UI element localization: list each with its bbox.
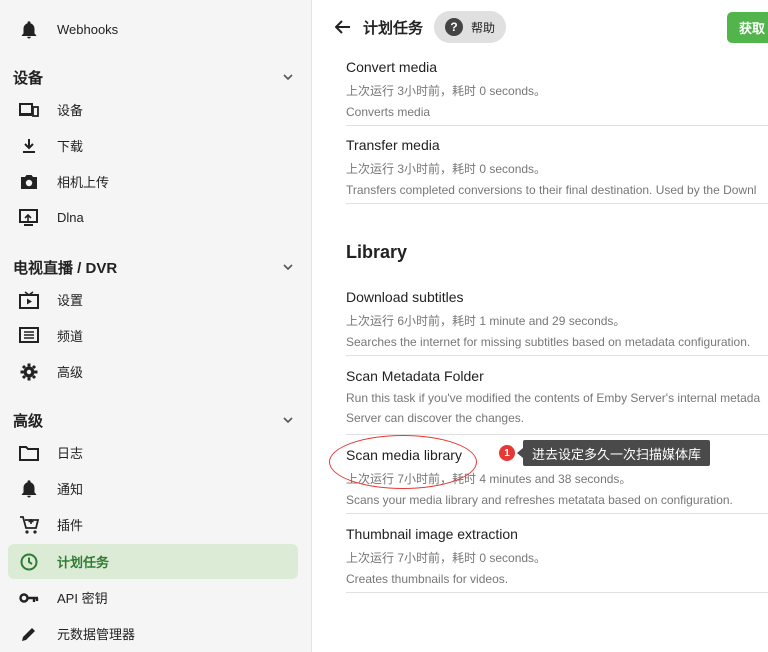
sidebar-item-notifications[interactable]: 通知 bbox=[8, 471, 298, 506]
divider bbox=[346, 203, 768, 204]
cart-icon bbox=[19, 515, 39, 535]
help-label: 帮助 bbox=[471, 20, 496, 35]
help-button[interactable]: ? 帮助 bbox=[434, 11, 506, 43]
list-icon bbox=[19, 326, 39, 346]
task-status: 上次运行 7小时前，耗时 0 seconds。 bbox=[346, 551, 547, 565]
chevron-down-icon bbox=[283, 264, 293, 271]
sidebar-item-label: 相机上传 bbox=[57, 175, 110, 190]
get-premiere-button[interactable]: 获取 bbox=[727, 12, 768, 43]
sidebar-item-downloads[interactable]: 下载 bbox=[8, 128, 298, 163]
task-transfer-media[interactable]: Transfer media 上次运行 3小时前，耗时 0 seconds。 T… bbox=[346, 137, 768, 197]
sidebar-item-label: 通知 bbox=[57, 482, 84, 497]
section-devices[interactable]: 设备 bbox=[0, 65, 311, 89]
sidebar-item-label: Dlna bbox=[57, 210, 84, 225]
tv-icon bbox=[19, 290, 39, 310]
divider bbox=[346, 592, 768, 593]
divider bbox=[346, 125, 768, 126]
main-content: 计划任务 ? 帮助 获取 Convert media 上次运行 3小时前，耗时 … bbox=[313, 0, 768, 652]
chevron-down-icon bbox=[283, 417, 293, 424]
arrow-left-icon bbox=[335, 20, 350, 34]
task-name: Thumbnail image extraction bbox=[346, 526, 518, 542]
task-name: Convert media bbox=[346, 59, 438, 75]
bell-icon bbox=[19, 20, 39, 40]
help-icon: ? bbox=[445, 18, 463, 36]
task-scan-metadata-folder[interactable]: Scan Metadata Folder Run this task if yo… bbox=[346, 368, 768, 425]
divider bbox=[346, 513, 768, 514]
section-advanced[interactable]: 高级 bbox=[0, 408, 311, 432]
task-name: Download subtitles bbox=[346, 289, 464, 305]
task-convert-media[interactable]: Convert media 上次运行 3小时前，耗时 0 seconds。 Co… bbox=[346, 59, 768, 119]
task-name: Scan Metadata Folder bbox=[346, 368, 484, 384]
sidebar-item-label: 日志 bbox=[57, 446, 84, 461]
key-icon bbox=[19, 588, 39, 608]
task-description: Scans your media library and refreshes m… bbox=[346, 493, 733, 507]
task-status: 上次运行 3小时前，耗时 0 seconds。 bbox=[346, 162, 547, 176]
task-description: Server can discover the changes. bbox=[346, 411, 525, 425]
sidebar-item-logs[interactable]: 日志 bbox=[8, 435, 298, 470]
sidebar-item-plugins[interactable]: 插件 bbox=[8, 507, 298, 542]
download-icon bbox=[19, 136, 39, 156]
back-button[interactable] bbox=[331, 15, 355, 39]
pencil-icon bbox=[19, 624, 39, 644]
chevron-down-icon bbox=[283, 74, 293, 81]
sidebar-item-label: 元数据管理器 bbox=[57, 627, 136, 642]
annotation-tooltip: 进去设定多久一次扫描媒体库 bbox=[516, 440, 711, 466]
sidebar-item-webhooks[interactable]: Webhooks bbox=[8, 12, 298, 47]
task-status: Run this task if you've modified the con… bbox=[346, 391, 761, 405]
task-name: Transfer media bbox=[346, 137, 440, 153]
section-title: 设备 bbox=[13, 69, 44, 87]
sidebar-item-label: 频道 bbox=[57, 329, 84, 344]
sidebar-item-label: 高级 bbox=[57, 365, 84, 380]
task-description: Transfers completed conversions to their… bbox=[346, 183, 757, 197]
clock-icon bbox=[19, 552, 39, 572]
folder-icon bbox=[19, 443, 39, 463]
divider bbox=[346, 434, 768, 435]
task-description: Converts media bbox=[346, 105, 431, 119]
section-title: 高级 bbox=[13, 412, 44, 430]
sidebar-item-livetv-settings[interactable]: 设置 bbox=[8, 282, 298, 317]
sidebar-item-label: Webhooks bbox=[57, 22, 119, 37]
gear-icon bbox=[19, 362, 39, 382]
sidebar-item-metadata-manager[interactable]: 元数据管理器 bbox=[8, 616, 298, 651]
devices-icon bbox=[19, 100, 39, 120]
camera-icon bbox=[19, 172, 39, 192]
sidebar-item-label: 设备 bbox=[57, 103, 84, 118]
sidebar-item-label: 插件 bbox=[57, 518, 84, 533]
task-status: 上次运行 7小时前，耗时 4 minutes and 38 seconds。 bbox=[346, 472, 632, 486]
sidebar-item-livetv-advanced[interactable]: 高级 bbox=[8, 354, 298, 389]
annotation-badge: 1 bbox=[499, 445, 515, 461]
dlna-icon bbox=[19, 208, 39, 228]
header: 计划任务 ? 帮助 获取 bbox=[313, 0, 768, 56]
divider bbox=[346, 355, 768, 356]
sidebar-item-label: 下载 bbox=[57, 139, 84, 154]
task-download-subtitles[interactable]: Download subtitles 上次运行 6小时前，耗时 1 minute… bbox=[346, 289, 768, 349]
sidebar-item-label: API 密钥 bbox=[57, 591, 108, 606]
sidebar-item-camera-upload[interactable]: 相机上传 bbox=[8, 164, 298, 199]
task-status: 上次运行 3小时前，耗时 0 seconds。 bbox=[346, 84, 547, 98]
section-title: 电视直播 / DVR bbox=[13, 259, 118, 277]
section-title-library: Library bbox=[346, 242, 408, 262]
page-title: 计划任务 bbox=[363, 20, 424, 37]
section-livetv[interactable]: 电视直播 / DVR bbox=[0, 255, 311, 279]
sidebar-item-label: 计划任务 bbox=[57, 555, 110, 570]
sidebar-item-dlna[interactable]: Dlna bbox=[8, 200, 298, 235]
task-description: Searches the internet for missing subtit… bbox=[346, 335, 751, 349]
sidebar-item-label: 设置 bbox=[57, 293, 84, 308]
sidebar-item-channels[interactable]: 频道 bbox=[8, 318, 298, 353]
task-status: 上次运行 6小时前，耗时 1 minute and 29 seconds。 bbox=[346, 314, 626, 328]
sidebar-item-api-keys[interactable]: API 密钥 bbox=[8, 580, 298, 615]
task-thumbnail-extraction[interactable]: Thumbnail image extraction 上次运行 7小时前，耗时 … bbox=[346, 526, 768, 586]
sidebar: Webhooks 设备 设备 下载 相机上传 Dlna 电视直播 / DVR 设… bbox=[0, 0, 312, 652]
bell-icon bbox=[19, 479, 39, 499]
sidebar-item-devices[interactable]: 设备 bbox=[8, 92, 298, 127]
task-description: Creates thumbnails for videos. bbox=[346, 572, 509, 586]
sidebar-item-scheduled-tasks[interactable]: 计划任务 bbox=[8, 544, 298, 579]
